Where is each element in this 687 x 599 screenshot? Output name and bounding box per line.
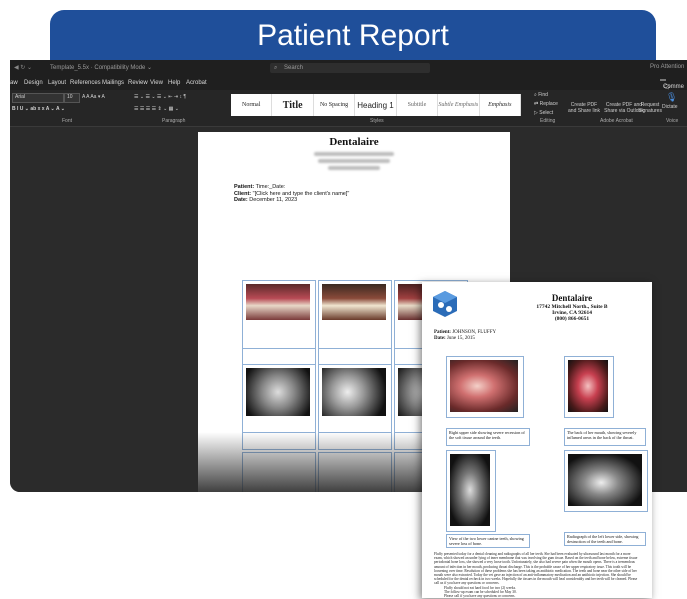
align-tools[interactable]: ☰ ☰ ☰ ☰ ⇕ ⌄ ▦ ⌄ (134, 106, 179, 112)
date-value: December 11, 2023 (249, 197, 298, 203)
document-title: Dentalaire (329, 136, 379, 148)
menu-item-mailings[interactable]: Mailings (102, 80, 124, 86)
search-icon: ⌕ (274, 65, 278, 71)
report-patient-value: JOHNSON, FLUFFY (452, 330, 497, 335)
style-normal[interactable]: Normal (231, 94, 273, 116)
format-tools[interactable]: B I U ⌄ ab x x A ⌄ A ⌄ (12, 106, 65, 112)
ribbon: Arial 10 A A Aa ▾ A B I U ⌄ ab x x A ⌄ A… (10, 90, 687, 127)
blurred-address-line (328, 166, 380, 170)
menu-item-design[interactable]: Design (24, 80, 43, 86)
report-caption: View of the two lower canine teeth, show… (446, 534, 530, 548)
photo-cell[interactable] (318, 452, 392, 492)
menu-item-layout[interactable]: Layout (48, 80, 66, 86)
photo-cell[interactable] (242, 452, 316, 492)
report-address: 17742 Mitchell North., Suite B Irvine, C… (502, 304, 642, 322)
dental-radiograph (246, 368, 310, 416)
voice-group-label: Voice (666, 118, 679, 124)
font-name-select[interactable]: Arial (12, 93, 64, 103)
paragraph-group-label: Paragraph (162, 118, 186, 124)
menu-item-help[interactable]: Help (168, 80, 180, 86)
create-pdf-share-link-button[interactable]: Create PDF and Share link (566, 102, 602, 114)
find-label: Find (538, 92, 548, 98)
dental-photo (246, 284, 310, 320)
report-radiograph (450, 454, 490, 526)
document-patient-info: Patient: Time:_Date: Client: "[Click her… (234, 184, 349, 204)
report-date-value: June 15, 2015 (446, 336, 475, 341)
printed-report: Dentalaire 17742 Mitchell North., Suite … (422, 282, 652, 598)
request-signatures-button[interactable]: Request Signatures (638, 102, 662, 114)
report-dental-photo (450, 360, 518, 412)
report-patient-info: Patient: JOHNSON, FLUFFY Date: June 15, … (434, 330, 496, 342)
title-bar: ◀ ↻ ⌄ Template_5.5x · Compatibility Mode… (10, 60, 687, 76)
date-label: Date: (234, 197, 248, 203)
report-phone: (800) 866-0651 (554, 316, 590, 322)
caption-cell[interactable] (318, 432, 392, 450)
style-no-spacing[interactable]: No Spacing (314, 94, 356, 116)
report-caption: Radiograph of the left lower side, showi… (564, 532, 646, 546)
report-caption: Right upper side showing severe recessio… (446, 428, 530, 446)
menu-item-draw[interactable]: aw (10, 80, 18, 86)
find-button[interactable]: ⌕ Find (534, 92, 548, 98)
search-input[interactable]: Search ⌕ (270, 63, 430, 73)
report-patient-label: Patient: (434, 330, 451, 335)
report-clinic-name: Dentalaire (551, 293, 593, 303)
font-group-label: Font (62, 118, 73, 124)
blurred-address-line (318, 159, 390, 163)
caption-cell[interactable] (242, 432, 316, 450)
style-subtle-emphasis[interactable]: Subtle Emphasis (438, 94, 480, 116)
style-title[interactable]: Title (272, 94, 314, 116)
client-label: Client: (234, 190, 252, 197)
list-tools[interactable]: ☰ ⌄ ☰ ⌄ ☰ ⌄ ⇤ ⇥ ↕ ¶ (134, 94, 186, 100)
menu-item-view[interactable]: View (150, 80, 163, 86)
replace-button[interactable]: ⇄ Replace (534, 101, 558, 107)
font-size-select[interactable]: 10 (64, 93, 80, 103)
select-label: Select (539, 110, 554, 116)
report-caption: The back of her mouth, showing severely … (564, 428, 646, 446)
client-value: "[Click here and type the client's name]… (252, 190, 350, 197)
banner-title: Patient Report (257, 19, 449, 52)
dentalaire-logo-icon (433, 291, 457, 317)
styles-gallery: Normal Title No Spacing Heading 1 Subtit… (231, 94, 521, 116)
editing-group-label: Editing (540, 118, 556, 124)
menu-item-references[interactable]: References (70, 80, 101, 86)
dictate-button[interactable]: Dictate (662, 104, 678, 110)
font-tools[interactable]: A A Aa ▾ A (82, 94, 105, 100)
style-emphasis[interactable]: Emphasis (480, 94, 521, 116)
microphone-icon[interactable]: 🎙 (666, 92, 677, 103)
patient-label: Patient: (234, 184, 255, 190)
font-name-value: Arial (15, 94, 26, 100)
style-subtitle[interactable]: Subtitle (397, 94, 439, 116)
style-heading-1[interactable]: Heading 1 (355, 94, 397, 116)
report-dental-photo (568, 360, 608, 412)
comments-button[interactable]: 🗨 Comme (660, 79, 684, 91)
user-name[interactable]: Pro Attention (650, 64, 684, 70)
report-radiograph (568, 454, 642, 506)
back-icon[interactable]: ◀ ↻ ⌄ (14, 64, 32, 71)
search-label: Search (284, 65, 304, 71)
document-name: Template_5.5x · Compatibility Mode ⌄ (50, 65, 153, 71)
dental-radiograph (322, 368, 386, 416)
report-summary-text: Fluffy presented today for a dental clea… (434, 552, 638, 586)
menu-item-review[interactable]: Review (128, 80, 148, 86)
report-summary: Fluffy presented today for a dental clea… (434, 552, 640, 598)
patient-value: Time:_Date: (255, 184, 286, 190)
blurred-address-line (314, 152, 394, 156)
banner: Patient Report (50, 10, 656, 62)
select-button[interactable]: ▷ Select (534, 110, 553, 116)
dental-photo (322, 284, 386, 320)
adobe-group-label: Adobe Acrobat (600, 118, 633, 124)
report-date-label: Date: (434, 336, 446, 341)
styles-group-label: Styles (370, 118, 384, 124)
menu-bar: aw Design Layout References Mailings Rev… (10, 76, 687, 91)
replace-label: Replace (539, 101, 558, 107)
report-list-item: Please call if you have any questions or… (444, 594, 516, 599)
menu-item-acrobat[interactable]: Acrobat (186, 80, 207, 86)
font-size-value: 10 (67, 94, 73, 100)
